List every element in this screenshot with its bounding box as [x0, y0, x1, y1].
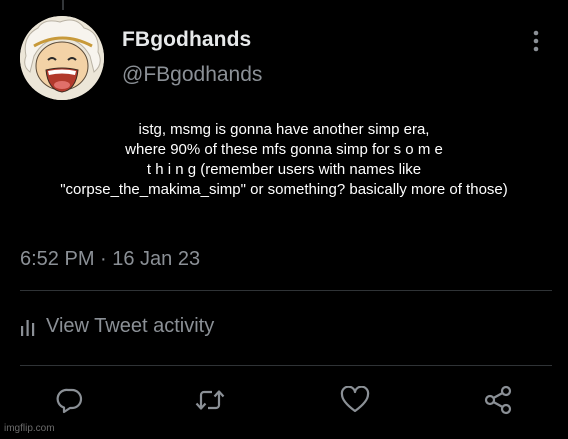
- more-vertical-icon[interactable]: [528, 28, 544, 54]
- thread-line: [62, 0, 64, 10]
- divider: [20, 290, 552, 291]
- tweet-text: istg, msmg is gonna have another simp er…: [60, 121, 508, 198]
- heart-icon: [340, 386, 370, 413]
- like-button[interactable]: [339, 384, 371, 416]
- reply-icon: [56, 388, 83, 414]
- tweet-timestamp[interactable]: 6:52 PM · 16 Jan 23: [20, 248, 200, 271]
- retweet-button[interactable]: [194, 384, 226, 416]
- share-icon: [484, 385, 512, 415]
- display-name[interactable]: FBgodhands: [122, 28, 251, 52]
- view-activity-button[interactable]: View Tweet activity: [20, 315, 214, 338]
- user-handle[interactable]: @FBgodhands: [122, 63, 262, 87]
- avatar[interactable]: [20, 16, 104, 100]
- reply-button[interactable]: [54, 384, 86, 416]
- watermark: imgflip.com: [4, 423, 55, 434]
- divider: [20, 365, 552, 366]
- view-activity-label: View Tweet activity: [46, 315, 215, 337]
- avatar-image: [20, 16, 104, 100]
- bar-chart-icon: [20, 318, 36, 336]
- share-button[interactable]: [482, 384, 514, 416]
- retweet-icon: [195, 390, 225, 410]
